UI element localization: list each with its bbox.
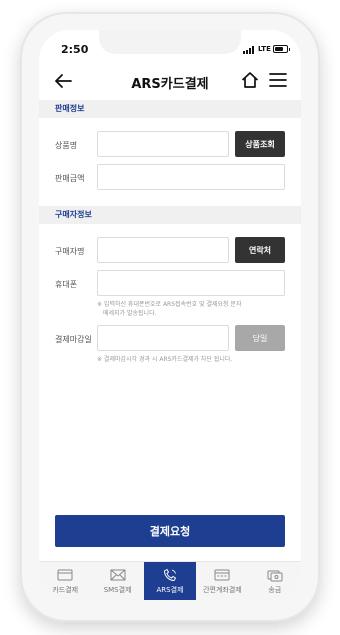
page-title: ARS카드결제 [131,77,209,92]
section-sale-info: 판매정보 [39,100,301,118]
home-icon[interactable] [240,70,260,90]
battery-icon [273,45,290,53]
buyer-name-input[interactable] [97,237,229,263]
tab-remittance[interactable]: 송금 [249,562,301,600]
phone-input[interactable] [97,270,285,296]
status-bar: 2:50 LTE [39,30,301,62]
status-time: 2:50 [61,43,89,56]
hamburger-menu-icon[interactable] [269,70,287,90]
tab-label: 카드결제 [52,586,79,594]
phone-notice-line1: ※ 입력하신 휴대폰번호로 ARS접속번호 및 결제요청 문자 [97,301,242,308]
tab-label: ARS결제 [156,586,184,594]
tab-sms-payment[interactable]: SMS결제 [91,562,143,600]
deadline-input[interactable] [97,325,229,351]
tab-label: SMS결제 [103,586,132,594]
today-button[interactable]: 당일 [235,325,285,351]
tab-ars-payment[interactable]: ARS결제 [143,562,197,600]
tab-easy-account-payment[interactable]: 간편계좌결제 [196,562,248,600]
sale-amount-label: 판매금액 [55,174,85,183]
phone-notice-line2: 메세지가 발송됩니다. [103,310,157,317]
product-name-label: 상품명 [55,141,78,150]
transfer-icon [267,570,283,582]
product-search-button[interactable]: 상품조회 [235,131,285,157]
phone-label: 휴대폰 [55,280,78,289]
phone-notice: ※ 입력하신 휴대폰번호로 ARS접속번호 및 결제요청 문자 메세지가 발송됩… [97,300,287,318]
product-name-input[interactable] [97,131,229,157]
app-header: ARS카드결제 [39,65,301,97]
signal-icon [243,46,257,54]
deadline-label: 결제마감일 [55,335,92,344]
bank-terminal-icon [214,569,230,581]
network-label: LTE [258,45,271,53]
deadline-notice: ※ 결제마감시각 경과 시 ARS카드결제가 차단 됩니다. [97,356,233,363]
bottom-tab-bar: 카드결제 SMS결제 ARS결제 간편계좌결제 송금 [39,561,301,600]
app-screen: 2:50 LTE ARS카드결제 판매정보 상품명 상품조회 판매금액 구매자정… [39,30,301,600]
payment-request-button[interactable]: 결제요청 [55,515,285,547]
contacts-button[interactable]: 연락처 [235,237,285,263]
tab-card-payment[interactable]: 카드결제 [39,562,91,600]
sale-amount-input[interactable] [97,164,285,190]
tab-label: 송금 [268,586,282,594]
section-buyer-info: 구매자정보 [39,206,301,224]
phone-icon [164,568,177,582]
envelope-icon [110,569,126,581]
tab-label: 간편계좌결제 [203,586,242,594]
buyer-name-label: 구매자명 [55,247,85,256]
card-icon [57,569,73,581]
